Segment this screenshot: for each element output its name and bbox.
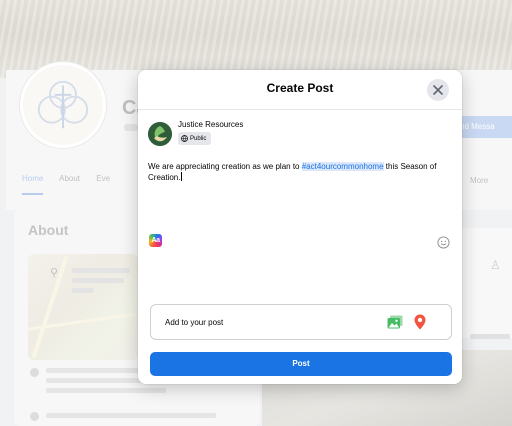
location-pin-icon: [414, 314, 426, 330]
author-avatar: [148, 122, 172, 146]
post-text-before: We are appreciating creation as we plan …: [148, 162, 302, 171]
dialog-header: Create Post: [138, 70, 462, 110]
audience-label: Public: [190, 135, 207, 142]
emoji-button[interactable]: [437, 236, 450, 249]
author-logo-icon: [148, 122, 172, 146]
create-post-dialog: Create Post Justice Resources Public We …: [138, 70, 462, 384]
photo-video-button[interactable]: [387, 315, 403, 329]
globe-icon: [181, 135, 188, 142]
text-cursor: [181, 172, 183, 181]
dialog-title: Create Post: [266, 81, 334, 95]
audience-selector[interactable]: Public: [178, 132, 212, 145]
post-text-input[interactable]: We are appreciating creation as we plan …: [148, 161, 448, 183]
emoji-icon: [437, 236, 450, 249]
add-to-post-label: Add to your post: [165, 318, 224, 327]
check-in-button[interactable]: [414, 314, 426, 330]
add-to-post-bar: Add to your post: [150, 304, 452, 340]
author-name: Justice Resources: [178, 120, 244, 129]
close-icon: [433, 85, 443, 95]
post-button[interactable]: Post: [150, 352, 452, 376]
text-background-icon: Aa: [151, 237, 160, 244]
close-button[interactable]: [427, 79, 449, 101]
text-background-button[interactable]: Aa: [149, 234, 162, 247]
hashtag: #act4ourcommonhome: [301, 162, 384, 171]
photo-icon: [387, 315, 403, 329]
